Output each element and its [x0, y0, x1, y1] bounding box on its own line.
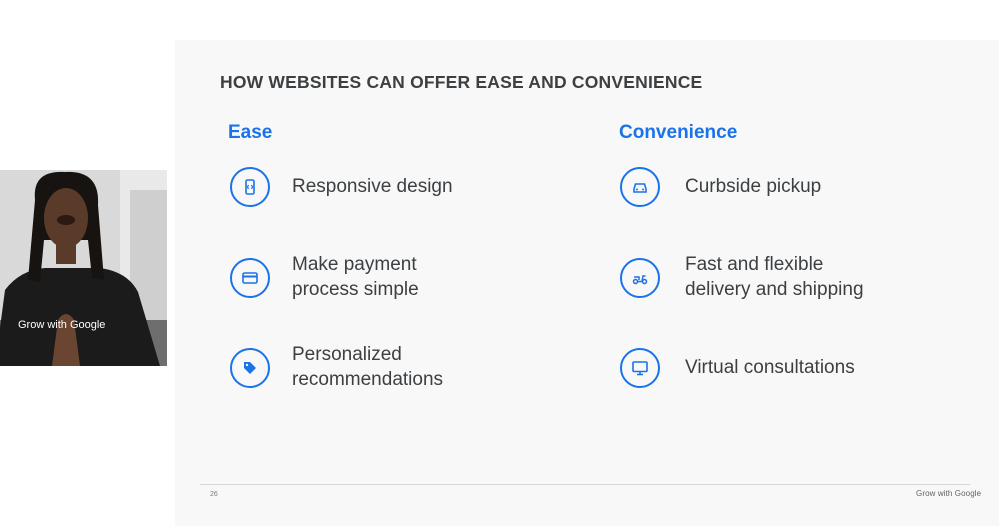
ease-item-line: process simple: [292, 279, 419, 300]
page-number: 26: [210, 491, 218, 498]
ease-item-line: recommendations: [292, 369, 444, 390]
car-icon: [620, 167, 660, 207]
ease-item-recommendations: Personalized recommendations: [292, 342, 532, 392]
credit-card-icon: [230, 258, 270, 298]
ease-item-line: Personalized: [292, 344, 402, 365]
convenience-item-curbside: Curbside pickup: [685, 174, 925, 199]
presenter-video: Grow with Google: [0, 170, 167, 366]
presenter-illustration: Grow with Google: [0, 170, 167, 366]
scooter-icon: [620, 258, 660, 298]
slide-title: HOW WEBSITES CAN OFFER EASE AND CONVENIE…: [220, 72, 703, 92]
shirt-print: Grow with Google: [18, 319, 105, 331]
ease-item-responsive-design: Responsive design: [292, 174, 532, 199]
ease-heading: Ease: [228, 122, 273, 143]
ease-item-line: Make payment: [292, 254, 417, 275]
responsive-phone-icon: [230, 167, 270, 207]
convenience-item-line: Fast and flexible: [685, 254, 824, 275]
convenience-item-line: Curbside pickup: [685, 176, 822, 197]
monitor-icon: [620, 348, 660, 388]
convenience-item-line: Virtual consultations: [685, 357, 855, 378]
brand-logo: Grow with Google: [916, 489, 982, 498]
convenience-item-virtual: Virtual consultations: [685, 355, 925, 380]
ease-item-payment: Make payment process simple: [292, 252, 532, 302]
convenience-heading: Convenience: [619, 122, 738, 143]
tag-icon: [230, 348, 270, 388]
convenience-item-line: delivery and shipping: [685, 279, 864, 300]
ease-item-line: Responsive design: [292, 176, 453, 197]
convenience-item-delivery: Fast and flexible delivery and shipping: [685, 252, 925, 302]
footer-divider: [200, 484, 970, 485]
